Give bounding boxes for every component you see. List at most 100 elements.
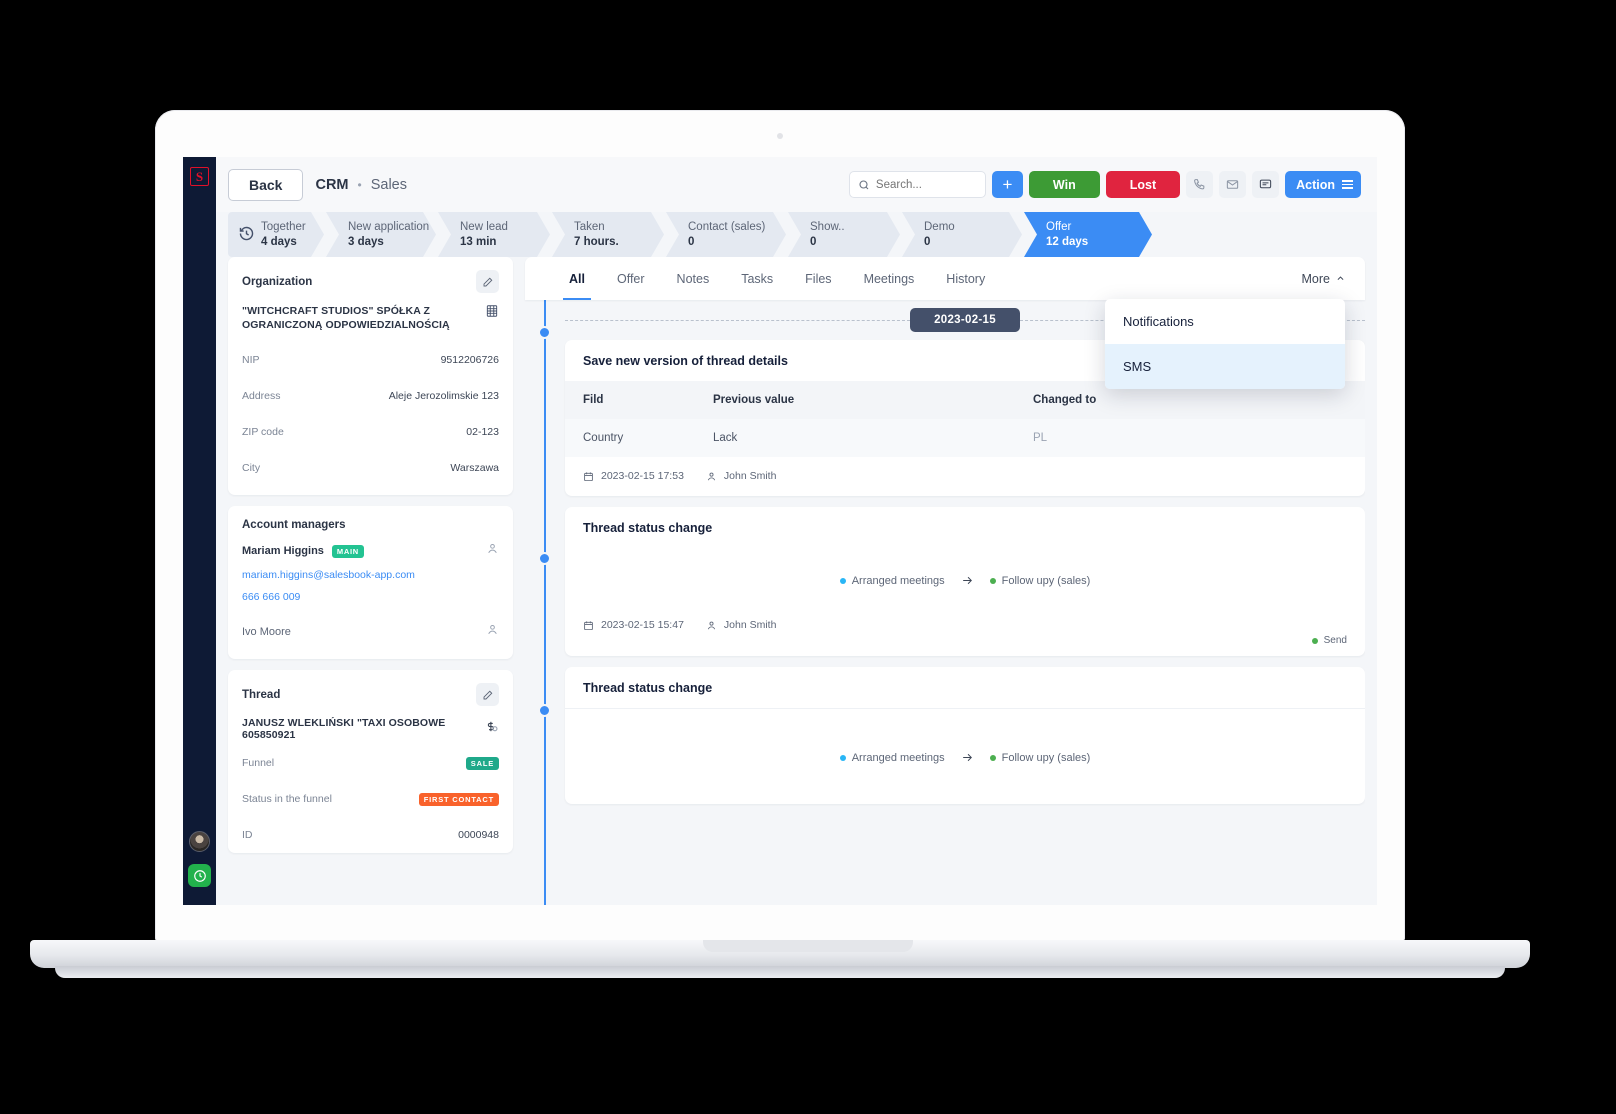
timestamp: 2023-02-15 17:53: [583, 470, 684, 482]
activity-panel: All Offer Notes Tasks Files Meetings History M…: [513, 257, 1365, 905]
timeline-dot: [538, 552, 551, 565]
dropdown-item-notifications[interactable]: Notifications: [1105, 299, 1345, 344]
account-manager-email[interactable]: mariam.higgins@salesbook-app.com: [228, 569, 513, 581]
tab-notes[interactable]: Notes: [661, 257, 726, 300]
person-icon[interactable]: [486, 623, 499, 641]
chevron-up-icon: [1337, 276, 1344, 280]
thread-name: JANUSZ WLEKLIŃSKI "TAXI OSOBOWE 60585092…: [242, 717, 446, 741]
send-status: Send: [1311, 635, 1347, 646]
table-row: Country Lack PL: [565, 419, 1365, 457]
more-tabs-button[interactable]: More: [1302, 272, 1345, 286]
funnel-stage-together[interactable]: Together 4 days: [228, 212, 324, 257]
funnel-tail: [1154, 212, 1377, 257]
calendar-icon: [584, 620, 593, 630]
organization-field-row: City Warszawa: [228, 450, 513, 486]
search-box[interactable]: [848, 171, 986, 198]
field-label: Status in the funnel: [242, 793, 332, 805]
thread-field-row: Status in the funnel FIRST CONTACT: [228, 781, 513, 817]
money-icon[interactable]: [484, 719, 499, 739]
funnel-stage-new-lead[interactable]: New lead 13 min: [438, 212, 550, 257]
funnel-stage-name: Taken: [574, 220, 605, 233]
win-button[interactable]: Win: [1028, 171, 1100, 198]
funnel-stage-name: New lead: [460, 220, 508, 233]
organization-field-row: NIP 9512206726: [228, 342, 513, 378]
funnel-stage-show[interactable]: Show.. 0: [788, 212, 900, 257]
tab-tasks[interactable]: Tasks: [725, 257, 789, 300]
send-status-row: Send: [565, 635, 1365, 656]
field-label: Funnel: [242, 757, 275, 769]
details-sidebar: Organization "WITCHCRAFT STUDIOS" SPÓŁKA…: [228, 257, 513, 905]
author: John Smith: [706, 619, 776, 631]
timestamp: 2023-02-15 15:47: [583, 619, 684, 631]
tab-offer[interactable]: Offer: [601, 257, 661, 300]
main-badge: MAIN: [331, 544, 364, 558]
breadcrumb-section[interactable]: Sales: [371, 177, 407, 193]
feed-entry-title: Thread status change: [565, 667, 1365, 709]
funnel-stage-name: New application: [348, 220, 430, 233]
status-to-label: Follow upy (sales): [1001, 751, 1091, 764]
breadcrumb-app[interactable]: CRM: [315, 177, 348, 193]
funnel-stage-demo[interactable]: Demo 0: [902, 212, 1022, 257]
account-manager-secondary-row: Ivo Moore: [228, 623, 513, 659]
tab-all[interactable]: All: [553, 257, 601, 300]
field-value: Aleje Jerozolimskie 123: [388, 390, 499, 402]
app-screen: S Back CRM • Sales Search... + Win Lost …: [183, 157, 1377, 905]
funnel-stages: Together 4 days New application 3 days New l…: [216, 212, 1377, 257]
cell-changed-to: PL: [1015, 419, 1365, 457]
feed-entry-meta: 2023-02-15 15:47 John Smith: [565, 595, 1365, 635]
organization-name: "WITCHCRAFT STUDIOS" SPÓŁKA Z OGRANICZON…: [242, 305, 450, 331]
timeline-dot: [538, 326, 551, 339]
funnel-stage-offer[interactable]: Offer 12 days: [1024, 212, 1152, 257]
pencil-icon: [483, 277, 492, 286]
funnel-stage-name: Offer: [1046, 220, 1072, 233]
building-icon[interactable]: [485, 304, 499, 323]
laptop-shadow: [110, 978, 1450, 1018]
funnel-stage-contact-sales[interactable]: Contact (sales) 0: [666, 212, 786, 257]
search-input[interactable]: [875, 178, 977, 191]
edit-organization-button[interactable]: [476, 270, 499, 293]
status-dot: [839, 577, 846, 584]
edit-thread-button[interactable]: [476, 683, 499, 706]
status-from: Arranged meetings: [839, 752, 945, 764]
status-transition: Arranged meetings Follow upy (sales): [565, 709, 1365, 804]
account-manager-name: Mariam Higgins: [242, 545, 324, 557]
email-icon[interactable]: [1219, 171, 1247, 198]
organization-card-title: Organization: [242, 275, 313, 288]
breadcrumb-separator: •: [357, 177, 362, 192]
action-button[interactable]: Action: [1285, 171, 1361, 198]
funnel-stage-name: Show..: [810, 220, 845, 233]
back-button[interactable]: Back: [228, 168, 304, 201]
organization-card-header: Organization: [228, 257, 513, 304]
funnel-stage-value: 4 days: [261, 235, 297, 248]
avatar[interactable]: [189, 831, 210, 852]
status-to: Follow upy (sales): [989, 751, 1091, 764]
dropdown-item-sms[interactable]: SMS: [1105, 344, 1345, 389]
calendar-icon: [584, 471, 593, 481]
timeline-rail: [544, 300, 546, 905]
account-manager-phone[interactable]: 666 666 009: [228, 591, 513, 603]
laptop-foot: [55, 966, 1505, 978]
funnel-stage-value: 0: [810, 235, 817, 248]
status-badge: SALE: [465, 756, 499, 770]
funnel-stage-value: 0: [688, 235, 695, 248]
status-badge: FIRST CONTACT: [418, 792, 499, 806]
tab-meetings[interactable]: Meetings: [848, 257, 931, 300]
pencil-icon: [483, 690, 492, 699]
field-value: 0000948: [458, 829, 499, 841]
time-tracker-icon[interactable]: [188, 864, 211, 887]
thread-card-header: Thread: [228, 670, 513, 717]
add-button[interactable]: +: [991, 171, 1023, 198]
activity-feed: 2023-02-15 Save new version of thread de…: [525, 300, 1365, 905]
tab-files[interactable]: Files: [789, 257, 847, 300]
laptop-notch: [703, 940, 913, 952]
chat-icon[interactable]: [1252, 171, 1280, 198]
lost-button[interactable]: Lost: [1105, 171, 1181, 198]
status-dot: [1311, 637, 1318, 644]
funnel-stage-new-application[interactable]: New application 3 days: [326, 212, 436, 257]
person-icon[interactable]: [486, 542, 499, 560]
funnel-stage-taken[interactable]: Taken 7 hours.: [552, 212, 664, 257]
field-value: 02-123: [466, 426, 499, 438]
phone-icon[interactable]: [1186, 171, 1214, 198]
salesbook-logo[interactable]: S: [190, 167, 209, 186]
tab-history[interactable]: History: [930, 257, 1001, 300]
